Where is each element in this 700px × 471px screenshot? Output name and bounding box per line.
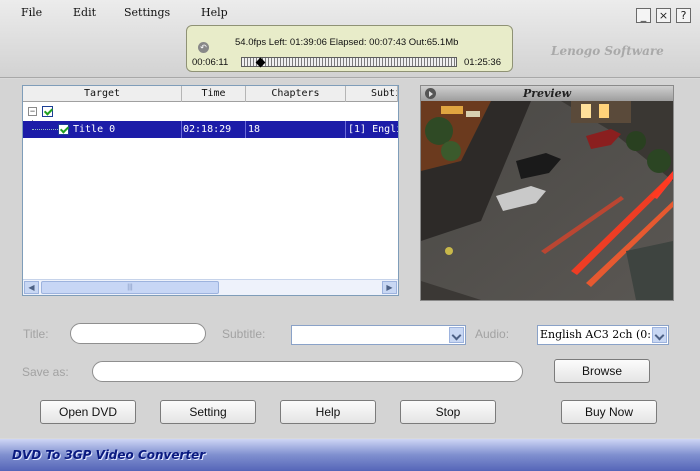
- back-icon[interactable]: ↶: [198, 42, 209, 53]
- menu-file[interactable]: File: [21, 6, 42, 19]
- total-time: 01:25:36: [464, 57, 501, 68]
- menu-edit[interactable]: Edit: [73, 6, 96, 19]
- scroll-thumb[interactable]: |||: [41, 281, 219, 294]
- saveas-input[interactable]: [92, 361, 523, 382]
- seek-slider[interactable]: [241, 57, 457, 68]
- row-checkbox[interactable]: [58, 124, 69, 135]
- cell-subtitle: [1] Engli: [348, 124, 398, 135]
- column-header-time[interactable]: Time: [182, 86, 246, 102]
- titles-table: Target Time Chapters Subti − Title 0 02:…: [22, 85, 399, 296]
- minimize-button[interactable]: _: [636, 8, 651, 23]
- subtitle-label: Subtitle:: [222, 327, 266, 341]
- table-row[interactable]: Title 0 02:18:29 18 [1] Engli: [23, 121, 398, 138]
- scroll-left-icon[interactable]: ◀: [24, 281, 39, 294]
- preview-titlebar: Preview: [421, 86, 673, 101]
- chevron-down-icon[interactable]: [652, 327, 667, 343]
- menu-settings[interactable]: Settings: [124, 6, 170, 19]
- app-title-bar: DVD To 3GP Video Converter: [0, 439, 700, 471]
- cell-target: Title 0: [73, 121, 182, 138]
- brand-logo: Lenogo Software: [551, 44, 664, 58]
- preview-frame-image: [421, 101, 673, 300]
- horizontal-scrollbar[interactable]: ◀ ||| ▶: [23, 279, 398, 295]
- tree-branch: [32, 129, 58, 130]
- scroll-right-icon[interactable]: ▶: [382, 281, 397, 294]
- open-dvd-button[interactable]: Open DVD: [40, 400, 136, 424]
- help-button[interactable]: ?: [676, 8, 691, 23]
- setting-button[interactable]: Setting: [160, 400, 256, 424]
- preview-title: Preview: [522, 87, 572, 100]
- app-title: DVD To 3GP Video Converter: [12, 448, 206, 462]
- title-input[interactable]: [70, 323, 206, 344]
- player-display: ↶ 54.0fps Left: 01:39:06 Elapsed: 00:07:…: [186, 25, 513, 72]
- cell-time: 02:18:29: [182, 121, 246, 138]
- seek-thumb[interactable]: [255, 57, 266, 68]
- encoding-status: 54.0fps Left: 01:39:06 Elapsed: 00:07:43…: [235, 37, 459, 48]
- column-header-target[interactable]: Target: [23, 86, 182, 102]
- audio-value: English AC3 2ch (0:: [540, 328, 652, 341]
- buy-now-button[interactable]: Buy Now: [561, 400, 657, 424]
- menu-help[interactable]: Help: [201, 6, 228, 19]
- audio-select[interactable]: English AC3 2ch (0:: [537, 325, 669, 345]
- table-row-root[interactable]: −: [23, 103, 398, 120]
- browse-button[interactable]: Browse: [554, 359, 650, 383]
- elapsed-time: 00:06:11: [192, 57, 229, 68]
- audio-label: Audio:: [475, 327, 510, 341]
- column-header-subtitle[interactable]: Subti: [346, 86, 398, 102]
- cell-chapters: 18: [246, 121, 346, 138]
- collapse-icon[interactable]: −: [28, 107, 37, 116]
- root-checkbox[interactable]: [42, 106, 53, 117]
- preview-pane: Preview: [420, 85, 674, 301]
- subtitle-select[interactable]: [291, 325, 466, 345]
- chevron-down-icon[interactable]: [449, 327, 464, 343]
- table-header: Target Time Chapters Subti: [23, 86, 398, 102]
- title-label: Title:: [23, 327, 49, 341]
- saveas-label: Save as:: [22, 365, 69, 379]
- stop-button[interactable]: Stop: [400, 400, 496, 424]
- column-header-chapters[interactable]: Chapters: [246, 86, 346, 102]
- close-button[interactable]: ×: [656, 8, 671, 23]
- help-action-button[interactable]: Help: [280, 400, 376, 424]
- top-toolbar: File Edit Settings Help _ × ? ↶ 54.0fps …: [0, 0, 700, 78]
